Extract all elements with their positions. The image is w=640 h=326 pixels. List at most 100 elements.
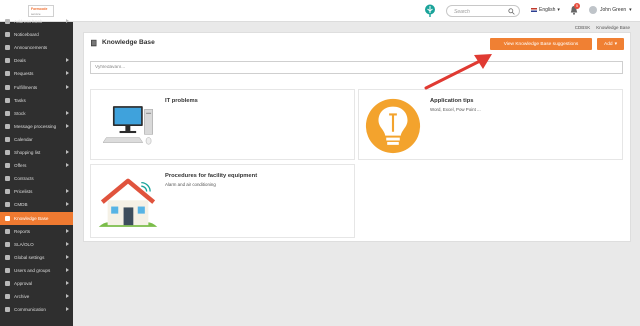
sidebar-item-label: CMDB: [14, 202, 28, 208]
menu-icon: [5, 189, 10, 195]
add-button[interactable]: Add ▾: [597, 38, 624, 50]
card-description: Alarm and air conditioning: [165, 182, 216, 187]
menu-icon: [5, 202, 10, 208]
sidebar-item[interactable]: Knowledge Base: [0, 211, 73, 225]
sidebar-item[interactable]: Message processing: [0, 120, 73, 133]
sidebar-item[interactable]: CMDB: [0, 198, 73, 211]
house-icon: [98, 178, 158, 227]
menu-icon: [5, 58, 10, 64]
menu-icon: [5, 84, 10, 90]
sidebar-item-label: Pricelists: [14, 189, 33, 195]
chevron-right-icon: [66, 71, 69, 76]
flag-icon: [531, 8, 537, 12]
chevron-right-icon: [66, 19, 69, 23]
logo-text-primary: Formcode: [31, 7, 48, 11]
menu-icon: [5, 150, 10, 155]
sidebar-item-label: Message processing: [14, 123, 57, 129]
menu-icon: [5, 267, 10, 273]
user-menu[interactable]: John Green ▾: [589, 6, 632, 14]
sidebar-item[interactable]: Contracts: [0, 172, 73, 185]
sidebar-item-label: Fulfillments: [14, 84, 38, 90]
sidebar-item[interactable]: Calendar: [0, 133, 73, 146]
chevron-right-icon: [66, 84, 69, 89]
sidebar-item[interactable]: Global settings: [0, 251, 73, 264]
sidebar-item[interactable]: Users and groups: [0, 264, 73, 277]
sidebar-item-label: Contracts: [14, 176, 34, 182]
user-name: John Green: [600, 7, 627, 13]
menu-icon: [5, 97, 10, 103]
leaf-icon[interactable]: [424, 4, 436, 17]
chevron-right-icon: [66, 110, 69, 115]
menu-icon: [5, 176, 10, 182]
chevron-right-icon: [66, 228, 69, 233]
sidebar-item[interactable]: Reports: [0, 225, 73, 238]
sidebar-item-label: Shopping list: [14, 150, 41, 155]
sidebar-item[interactable]: Noticeboard: [0, 28, 73, 41]
chevron-right-icon: [66, 123, 69, 128]
sidebar-item[interactable]: Stock: [0, 107, 73, 120]
category-card-it-problems[interactable]: IT problems: [90, 89, 355, 160]
card-title: IT problems: [165, 98, 198, 104]
breadcrumb-item[interactable]: CDBSK: [575, 25, 591, 30]
sidebar-item[interactable]: Archive: [0, 290, 73, 303]
sidebar-item-label: Approval: [14, 281, 33, 286]
menu-icon: [5, 163, 10, 169]
language-selector[interactable]: English ▾: [531, 7, 560, 13]
sidebar-item[interactable]: Address book: [0, 15, 73, 28]
chevron-right-icon: [66, 267, 69, 272]
menu-icon: [5, 254, 10, 260]
chevron-right-icon: [66, 254, 69, 259]
menu-icon: [5, 45, 10, 51]
sidebar-item-label: SLA/OLO: [14, 241, 34, 247]
sidebar-item-label: Tasks: [14, 97, 26, 103]
sidebar-item[interactable]: Requests: [0, 67, 73, 80]
sidebar-item[interactable]: Tasks: [0, 94, 73, 107]
search-icon[interactable]: [508, 8, 515, 15]
avatar: [589, 6, 597, 14]
chevron-down-icon: ▾: [614, 41, 617, 47]
sidebar-item-label: Global settings: [14, 254, 45, 260]
card-description: Word, Excel, Pow Point ...: [430, 107, 481, 112]
menu-icon: [5, 215, 10, 221]
sidebar-item[interactable]: Deals: [0, 54, 73, 67]
view-suggestions-button[interactable]: View Knowledge Base suggestions: [490, 38, 592, 50]
category-card-application-tips[interactable]: Application tips Word, Excel, Pow Point …: [358, 89, 623, 160]
chevron-down-icon: ▾: [629, 7, 632, 13]
global-search-input[interactable]: Search: [446, 5, 520, 17]
sidebar-item-label: Offers: [14, 163, 27, 169]
menu-icon: [5, 307, 10, 313]
menu-icon: [5, 241, 10, 247]
computer-icon: [103, 106, 153, 145]
sidebar-item[interactable]: Announcements: [0, 41, 73, 54]
sidebar-item[interactable]: Shopping list: [0, 146, 73, 159]
knowledge-base-search-input[interactable]: [90, 61, 623, 74]
sidebar-item-label: Communication: [14, 307, 46, 313]
menu-icon: [5, 32, 10, 38]
sidebar-item-label: Knowledge Base: [14, 215, 49, 221]
add-button-label: Add: [604, 41, 613, 47]
menu-icon: [5, 281, 10, 286]
language-label: English: [539, 7, 556, 13]
main-panel: Knowledge Base View Knowledge Base sugge…: [83, 32, 631, 242]
sidebar-item[interactable]: Approval: [0, 277, 73, 290]
breadcrumb: CDBSK Knowledge Base: [575, 25, 630, 30]
chevron-right-icon: [66, 150, 69, 154]
lightbulb-icon: [365, 98, 421, 154]
chevron-right-icon: [66, 281, 69, 285]
sidebar-item-label: Address book: [14, 19, 43, 24]
chevron-right-icon: [66, 241, 69, 246]
sidebar-item[interactable]: Pricelists: [0, 185, 73, 198]
sidebar-item-label: Deals: [14, 58, 26, 64]
menu-icon: [5, 136, 10, 142]
category-card-facility-procedures[interactable]: Procedures for facility equipment Alarm …: [90, 164, 355, 238]
sidebar-item[interactable]: Fulfillments: [0, 81, 73, 94]
chevron-right-icon: [66, 307, 69, 312]
sidebar-item[interactable]: Offers: [0, 159, 73, 172]
menu-icon: [5, 228, 10, 234]
sidebar: Address book Noticeboard Announcements Deal…: [0, 19, 73, 326]
sidebar-item[interactable]: SLA/OLO: [0, 238, 73, 251]
chevron-right-icon: [66, 163, 69, 168]
sidebar-item[interactable]: Communication: [0, 303, 73, 316]
search-placeholder: Search: [454, 9, 470, 15]
menu-icon: [5, 294, 10, 300]
